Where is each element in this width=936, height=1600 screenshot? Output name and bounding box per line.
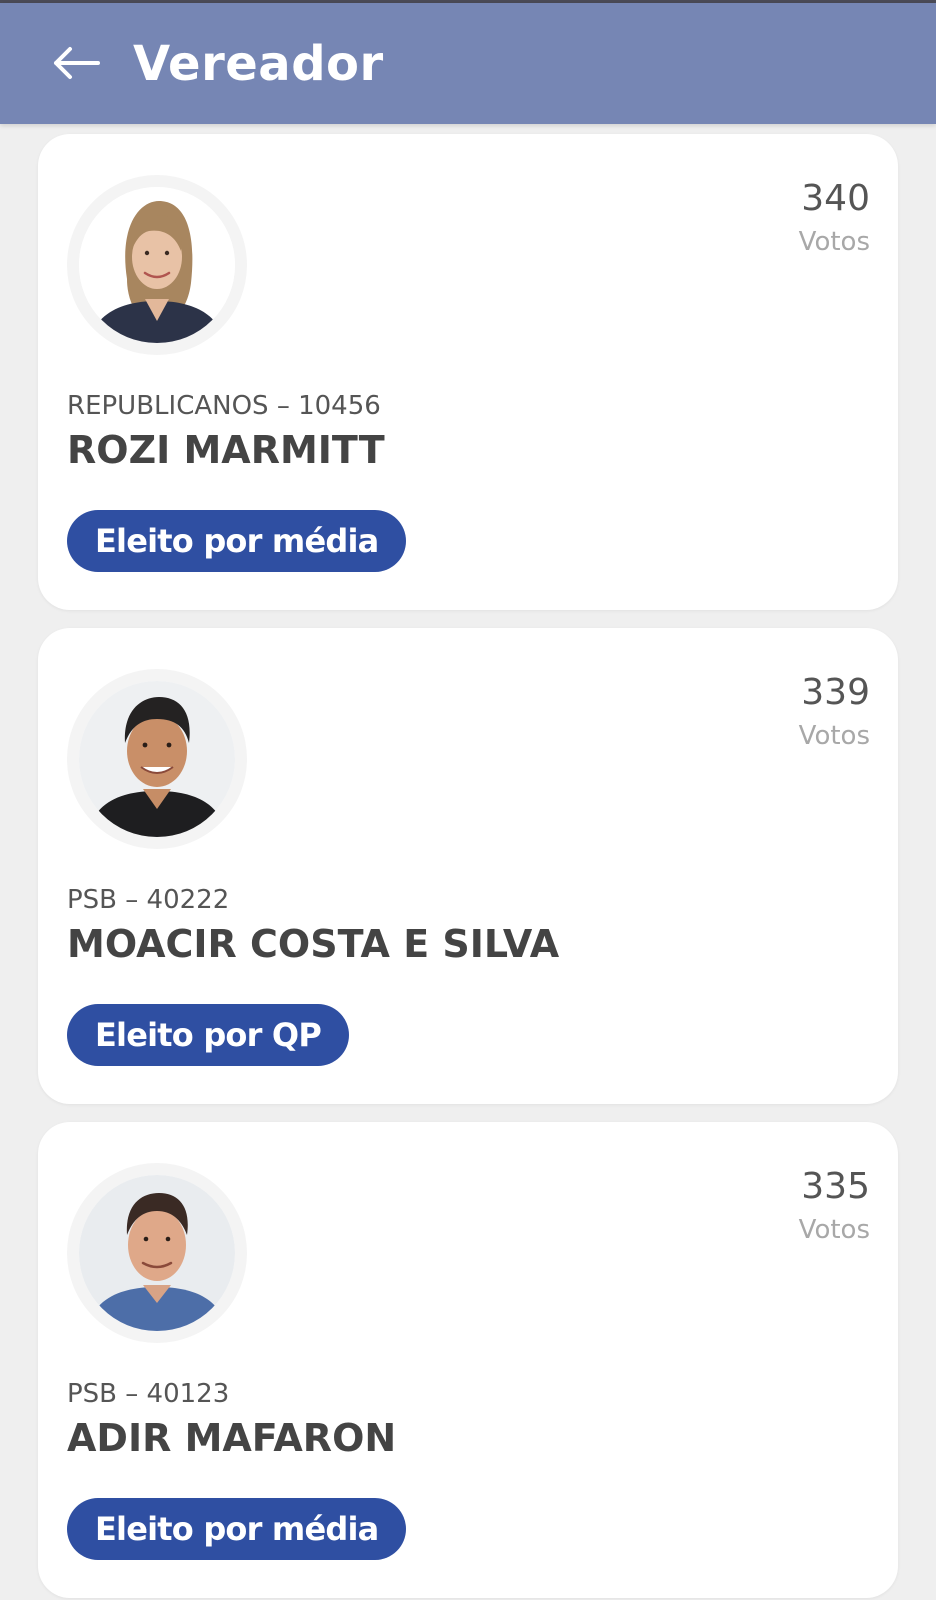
candidate-card[interactable]: 339 Votos PSB – 40222 MOACIR COSTA E SIL… [38,628,898,1104]
votes-count: 335 [801,1166,870,1207]
votes-label: Votos [798,227,870,257]
status-badge: Eleito por média [67,510,407,572]
votes-count: 340 [801,178,870,219]
candidate-name: MOACIR COSTA E SILVA [67,922,560,966]
status-badge: Eleito por QP [67,1004,349,1066]
app-bar: Vereador [0,3,936,124]
arrow-left-icon [54,47,100,79]
party-number: REPUBLICANOS – 10456 [67,391,381,421]
candidate-avatar [67,669,247,849]
back-button[interactable] [40,27,112,99]
candidate-avatar [67,1163,247,1343]
page-title: Vereador [133,36,384,92]
party-number: PSB – 40222 [67,885,230,915]
candidate-name: ADIR MAFARON [67,1416,397,1460]
candidate-photo [79,187,235,343]
candidate-photo [79,1175,235,1331]
candidate-card[interactable]: 340 Votos REPUBLICANOS – 10456 ROZI MARM… [38,134,898,610]
candidate-name: ROZI MARMITT [67,428,385,472]
candidate-card[interactable]: 335 Votos PSB – 40123 ADIR MAFARON Eleit… [38,1122,898,1598]
candidate-avatar [67,175,247,355]
party-number: PSB – 40123 [67,1379,230,1409]
votes-label: Votos [798,1215,870,1245]
votes-label: Votos [798,721,870,751]
votes-count: 339 [801,672,870,713]
status-badge: Eleito por média [67,1498,407,1560]
candidate-photo [79,681,235,837]
